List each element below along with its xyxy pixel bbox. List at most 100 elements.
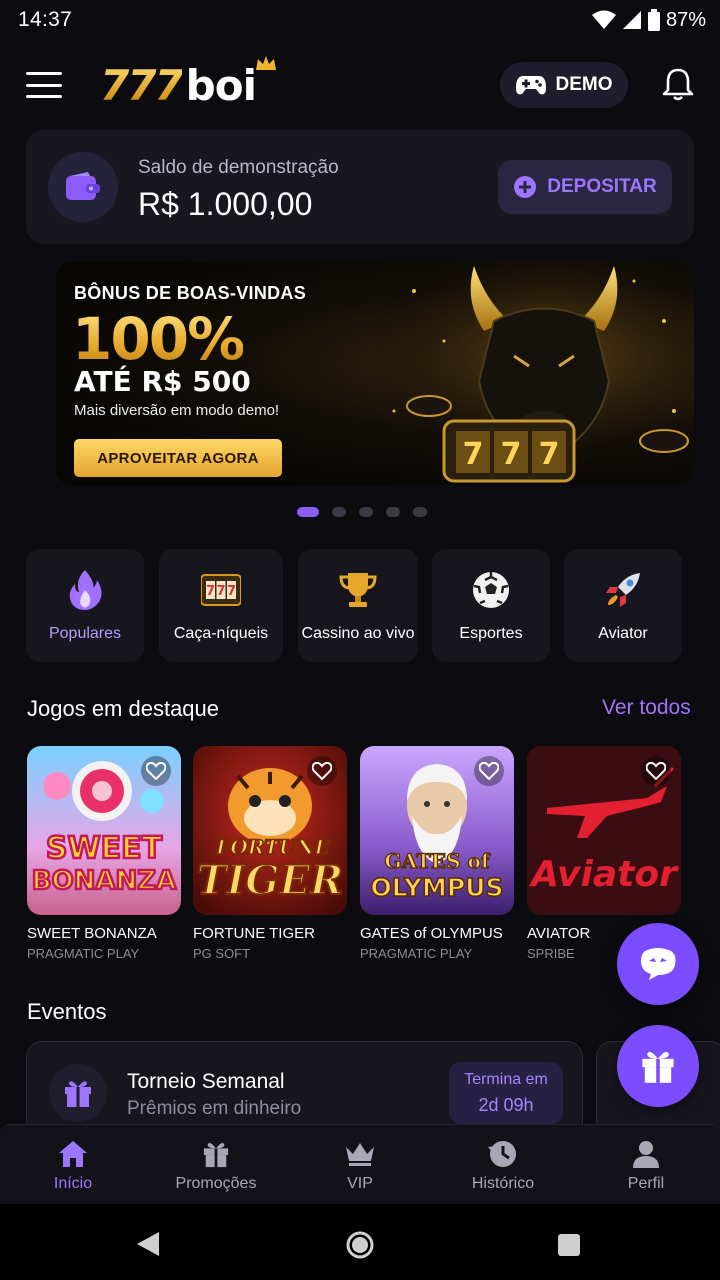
promo-banner[interactable]: 7 7 7 BÔNUS DE BOAS-VINDAS 100% ATÉ R$ 5… <box>56 261 694 485</box>
carousel-dot[interactable] <box>332 507 346 517</box>
app-header: 777 boi DEMO <box>0 52 720 118</box>
gift-icon <box>65 1081 91 1107</box>
carousel-dot[interactable] <box>359 507 373 517</box>
category-label: Aviator <box>598 625 648 642</box>
balance-card: Saldo de demonstração R$ 1.000,00 DEPOSI… <box>26 130 694 244</box>
banner-title: BÔNUS DE BOAS-VINDAS <box>74 283 307 303</box>
banner-amount: ATÉ R$ 500 <box>74 365 251 398</box>
heart-icon <box>312 762 332 780</box>
status-time: 14:37 <box>18 8 73 31</box>
svg-text:7: 7 <box>206 584 215 599</box>
deposit-button[interactable]: DEPOSITAR <box>498 160 672 214</box>
category-cassino-ao-vivo[interactable]: Cassino ao vivo <box>298 549 418 662</box>
nav-vip[interactable]: VIP <box>300 1125 420 1205</box>
home-circle-icon[interactable] <box>345 1230 375 1260</box>
game-thumbnail: Aviator <box>527 746 681 915</box>
nav-promocoes[interactable]: Promoções <box>156 1125 276 1205</box>
menu-button[interactable] <box>26 72 62 98</box>
game-art-line1: SWEET <box>46 831 163 866</box>
demo-label: DEMO <box>555 74 613 95</box>
deposit-label: DEPOSITAR <box>547 176 657 197</box>
banner-subtitle: Mais diversão em modo demo! <box>74 402 280 419</box>
history-icon <box>488 1141 516 1167</box>
battery-icon <box>647 9 660 31</box>
favorite-button[interactable] <box>474 756 504 786</box>
see-all-link[interactable]: Ver todos <box>602 696 691 720</box>
category-label: Esportes <box>459 625 523 642</box>
wifi-icon <box>591 10 616 29</box>
nav-historico[interactable]: Histórico <box>443 1125 563 1205</box>
recents-icon[interactable] <box>557 1233 581 1257</box>
nav-label: Promoções <box>175 1175 257 1192</box>
battery-level: 87% <box>665 8 706 31</box>
svg-text:7: 7 <box>539 437 560 472</box>
game-provider: PG SOFT <box>193 946 251 961</box>
soccer-ball-icon <box>473 572 509 608</box>
nav-label: Histórico <box>471 1175 535 1192</box>
back-icon[interactable] <box>135 1230 161 1258</box>
nav-inicio[interactable]: Início <box>13 1125 133 1205</box>
event-title: Torneio Semanal <box>127 1070 285 1093</box>
category-caca-niqueis[interactable]: 777 Caça-níqueis <box>159 549 283 662</box>
event-timer: Termina em 2d 09h <box>449 1062 563 1124</box>
gift-icon <box>642 1051 674 1083</box>
svg-text:7: 7 <box>501 437 522 472</box>
fire-icon <box>69 570 102 610</box>
system-navigation-bar <box>0 1204 720 1280</box>
game-art-line2: OLYMPUS <box>371 873 504 902</box>
banner-cta-button[interactable]: APROVEITAR AGORA <box>74 439 282 477</box>
favorite-button[interactable] <box>141 756 171 786</box>
game-art-line1: GATES of <box>385 849 491 873</box>
category-esportes[interactable]: Esportes <box>432 549 550 662</box>
logo-word: boi <box>185 61 257 110</box>
notification-bell-icon[interactable] <box>660 66 696 102</box>
category-label: Populares <box>48 625 122 642</box>
game-thumbnail: GATES of OLYMPUS <box>360 746 514 915</box>
crown-icon <box>346 1143 374 1166</box>
rocket-icon <box>606 573 640 607</box>
carousel-dot[interactable] <box>386 507 400 517</box>
logo-number: 777 <box>100 61 184 110</box>
game-art-line2: TIGER <box>197 857 343 904</box>
app-logo: 777 boi <box>100 56 276 110</box>
category-row: Populares 777 Caça-níqueis Cassino ao vi… <box>26 549 694 662</box>
svg-text:7: 7 <box>216 584 225 599</box>
timer-value: 2d 09h <box>478 1094 534 1115</box>
game-name: SWEET BONANZA <box>27 925 157 942</box>
bottom-navigation: Início Promoções VIP Histórico Perfil <box>0 1124 720 1204</box>
carousel-dot[interactable] <box>413 507 427 517</box>
events-title: Eventos <box>27 999 107 1024</box>
slot-machine-icon: 777 <box>201 574 241 606</box>
game-art-line1: FORTUNE <box>215 835 330 859</box>
game-card[interactable]: SWEET BONANZA SWEET BONANZA PRAGMATIC PL… <box>27 746 181 961</box>
demo-button[interactable]: DEMO <box>500 62 628 108</box>
game-provider: PRAGMATIC PLAY <box>27 946 140 961</box>
heart-icon <box>146 762 166 780</box>
category-label: Caça-níqueis <box>173 625 269 642</box>
svg-text:7: 7 <box>227 584 236 599</box>
gamepad-icon <box>515 76 546 95</box>
game-card[interactable]: FORTUNE TIGER FORTUNE TIGER PG SOFT <box>193 746 347 961</box>
nav-perfil[interactable]: Perfil <box>586 1125 706 1205</box>
status-bar: 14:37 87% <box>0 0 720 40</box>
carousel-dot[interactable] <box>297 507 319 517</box>
user-icon <box>633 1141 659 1168</box>
support-chat-button[interactable] <box>617 923 699 1005</box>
balance-label: Saldo de demonstração <box>138 157 339 178</box>
gift-icon <box>203 1143 229 1168</box>
category-populares[interactable]: Populares <box>26 549 144 662</box>
gift-fab-button[interactable] <box>617 1025 699 1107</box>
event-icon-badge <box>49 1064 107 1122</box>
wallet-icon <box>66 172 100 200</box>
game-card[interactable]: GATES of OLYMPUS GATES of OLYMPUS PRAGMA… <box>360 746 514 961</box>
event-subtitle: Prêmios em dinheiro <box>127 1098 302 1119</box>
crown-icon <box>256 56 276 70</box>
category-aviator[interactable]: Aviator <box>564 549 682 662</box>
plus-circle-icon <box>514 176 537 198</box>
heart-icon <box>479 762 499 780</box>
game-art-line1: Aviator <box>528 854 679 895</box>
trophy-icon <box>339 573 377 607</box>
timer-label: Termina em <box>464 1070 548 1088</box>
favorite-button[interactable] <box>641 756 671 786</box>
favorite-button[interactable] <box>307 756 337 786</box>
